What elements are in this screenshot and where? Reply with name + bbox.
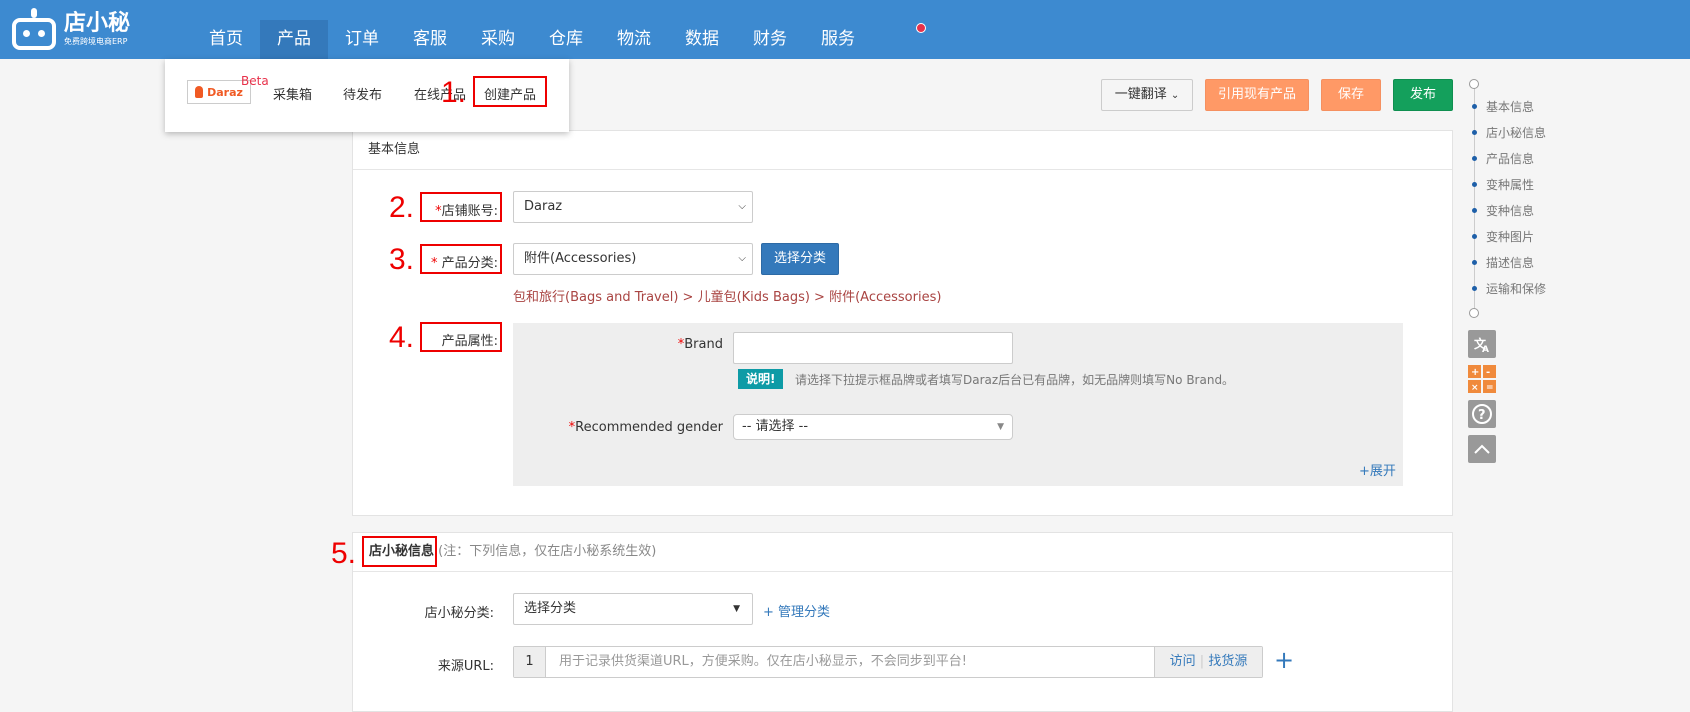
svg-text:×: × — [1471, 383, 1479, 393]
dxm-info-header: 店小秘信息 (注：下列信息，仅在店小秘系统生效) — [353, 533, 1452, 572]
dxm-category-select[interactable]: 选择分类 ▼ — [513, 593, 753, 625]
quote-existing-product-button[interactable]: 引用现有产品 — [1205, 79, 1309, 111]
shop-account-label: *店铺账号: — [435, 204, 498, 219]
highlight-create-product — [473, 76, 547, 107]
basic-info-title: 基本信息 — [353, 131, 1452, 170]
svg-text:+: + — [1471, 367, 1479, 378]
sidenav-variant-attributes[interactable]: 变种属性 — [1486, 176, 1534, 193]
source-url-label: 来源URL: — [437, 659, 494, 674]
chevron-down-icon: ⌵ — [738, 253, 746, 264]
product-attributes-label: 产品属性: — [441, 334, 498, 349]
product-category-label: * 产品分类: — [430, 256, 498, 271]
caret-down-icon: ▼ — [997, 422, 1004, 432]
brand-label: *Brand — [677, 337, 723, 352]
svg-text:A: A — [1482, 345, 1489, 354]
sidenav-dot — [1472, 286, 1477, 291]
brand-tip-text: 请选择下拉提示框品牌或者填写Daraz后台已有品牌，如无品牌则填写No Bran… — [795, 373, 1235, 387]
save-button[interactable]: 保存 — [1321, 79, 1381, 111]
recommended-gender-select[interactable]: -- 请选择 -- ▼ — [733, 414, 1013, 440]
sidenav-dxm-info[interactable]: 店小秘信息 — [1486, 124, 1546, 141]
main-nav: 首页 产品 订单 客服 采购 仓库 物流 数据 财务 服务 — [192, 20, 872, 59]
caret-down-icon: ▼ — [733, 604, 740, 614]
sidenav-dot — [1472, 234, 1477, 239]
sidenav-track — [1474, 84, 1475, 314]
sidenav-dot — [1472, 156, 1477, 161]
nav-services[interactable]: 服务 — [804, 20, 872, 59]
sidenav-shipping-warranty[interactable]: 运输和保修 — [1486, 280, 1546, 297]
logo-subtitle: 免费跨境电商ERP — [64, 37, 128, 46]
visit-link[interactable]: 访问 — [1170, 654, 1196, 669]
sidenav-product-info[interactable]: 产品信息 — [1486, 150, 1534, 167]
category-breadcrumb: 包和旅行(Bags and Travel) > 儿童包(Kids Bags) >… — [513, 290, 942, 305]
choose-category-button[interactable]: 选择分类 — [761, 243, 839, 275]
recommended-gender-label: *Recommended gender — [568, 420, 723, 435]
dxm-info-note: (注：下列信息，仅在店小秘系统生效) — [438, 544, 657, 559]
svg-text:-: - — [1486, 367, 1490, 378]
dxm-category-label: 店小秘分类: — [424, 606, 494, 621]
sidenav-bottom-circle — [1469, 308, 1479, 318]
find-source-link[interactable]: 找货源 — [1208, 654, 1247, 669]
svg-text:=: = — [1486, 383, 1494, 393]
top-navbar: 店小秘 免费跨境电商ERP 首页 产品 订单 客服 采购 仓库 物流 数据 财务… — [0, 0, 1690, 59]
step-5-label: 5. — [331, 537, 357, 570]
product-category-select[interactable]: 附件(Accessories) ⌵ — [513, 243, 753, 275]
chevron-down-icon: ⌵ — [738, 201, 746, 212]
daraz-label: Daraz — [207, 85, 243, 99]
back-to-top-icon[interactable] — [1468, 435, 1496, 463]
translate-button[interactable]: 一键翻译 ⌄ — [1101, 79, 1193, 111]
sidenav-basic-info[interactable]: 基本信息 — [1486, 98, 1534, 115]
logo-title: 店小秘 — [64, 11, 131, 36]
sidenav-dot — [1472, 182, 1477, 187]
nav-orders[interactable]: 订单 — [328, 20, 396, 59]
menu-collection-box[interactable]: 采集箱 — [273, 84, 312, 103]
chevron-down-icon: ⌄ — [1170, 90, 1180, 101]
sidenav-description[interactable]: 描述信息 — [1486, 254, 1534, 271]
translate-icon[interactable]: 文A — [1468, 330, 1496, 358]
logo[interactable]: 店小秘 免费跨境电商ERP — [10, 6, 130, 52]
step-4-label: 4. — [389, 321, 415, 354]
highlight-dxm-info — [362, 536, 437, 567]
step-1-label: 1. — [441, 76, 467, 109]
source-url-group: 1 用于记录供货渠道URL，方便采购。仅在店小秘显示，不会同步到平台! 访问 |… — [513, 646, 1263, 678]
translate-label: 一键翻译 — [1114, 87, 1167, 102]
sidenav-dot — [1472, 104, 1477, 109]
add-url-button[interactable]: + — [1274, 646, 1294, 674]
step-3-label: 3. — [389, 243, 415, 276]
nav-logistics[interactable]: 物流 — [600, 20, 668, 59]
daraz-icon — [195, 86, 204, 98]
expand-link[interactable]: +展开 — [1359, 460, 1396, 479]
url-index: 1 — [514, 647, 546, 677]
svg-text:?: ? — [1478, 408, 1486, 423]
shop-account-select[interactable]: Daraz ⌵ — [513, 191, 753, 223]
manage-category-link[interactable]: + 管理分类 — [763, 601, 830, 620]
calculator-icon[interactable]: + - × = — [1468, 365, 1496, 393]
nav-data[interactable]: 数据 — [668, 20, 736, 59]
nav-home[interactable]: 首页 — [192, 20, 260, 59]
step-2-label: 2. — [389, 191, 415, 224]
notification-dot — [916, 23, 926, 33]
menu-pending-publish[interactable]: 待发布 — [343, 84, 382, 103]
nav-products[interactable]: 产品 — [260, 20, 328, 59]
sidenav-top-circle — [1469, 79, 1479, 89]
url-actions: 访问 | 找货源 — [1154, 647, 1262, 677]
nav-finance[interactable]: 财务 — [736, 20, 804, 59]
beta-badge: Beta — [241, 74, 269, 88]
sidenav-variant-info[interactable]: 变种信息 — [1486, 202, 1534, 219]
source-url-input[interactable]: 用于记录供货渠道URL，方便采购。仅在店小秘显示，不会同步到平台! — [559, 647, 967, 677]
nav-warehouse[interactable]: 仓库 — [532, 20, 600, 59]
help-icon[interactable]: ? — [1468, 400, 1496, 428]
sidenav-dot — [1472, 130, 1477, 135]
sidenav-dot — [1472, 260, 1477, 265]
nav-purchasing[interactable]: 采购 — [464, 20, 532, 59]
tip-badge: 说明! — [738, 369, 784, 389]
publish-button[interactable]: 发布 — [1393, 79, 1453, 111]
brand-input[interactable] — [733, 332, 1013, 364]
sidenav-dot — [1472, 208, 1477, 213]
robot-logo-icon — [10, 6, 58, 52]
sidenav-variant-images[interactable]: 变种图片 — [1486, 228, 1534, 245]
nav-customer-service[interactable]: 客服 — [396, 20, 464, 59]
